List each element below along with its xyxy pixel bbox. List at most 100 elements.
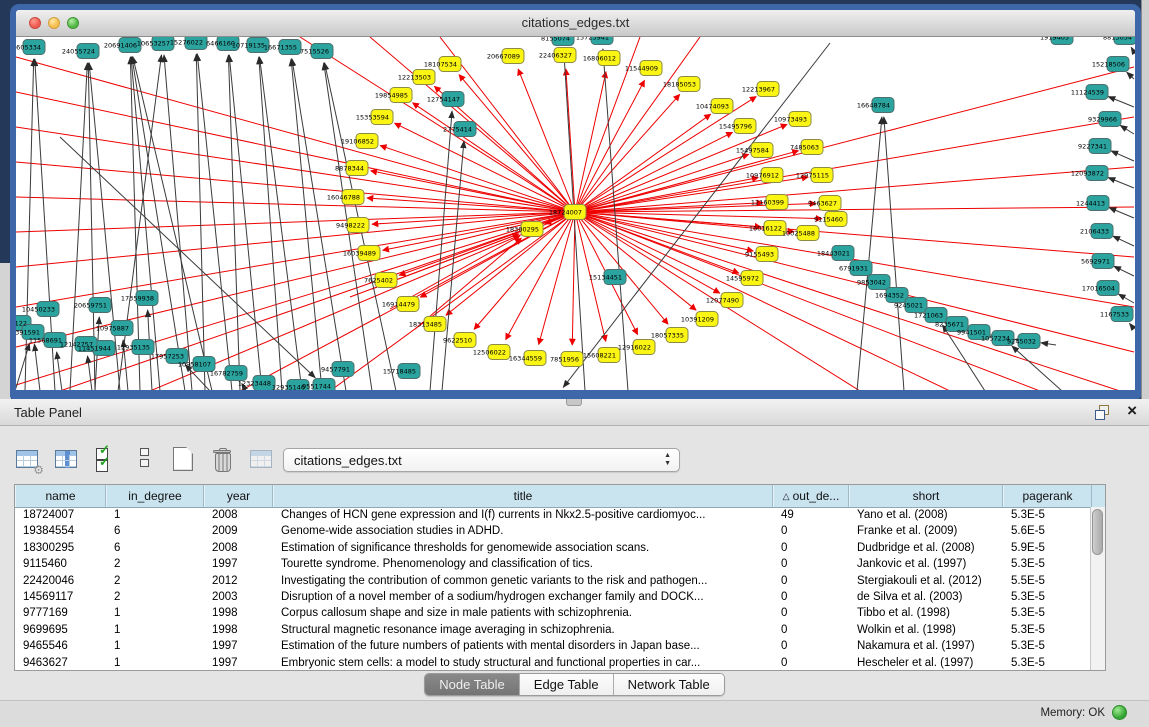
- table-cell[interactable]: 5.3E-5: [1003, 508, 1092, 524]
- delete-column-button[interactable]: [209, 446, 235, 472]
- table-cell[interactable]: 0: [773, 606, 849, 622]
- table-cell[interactable]: Embryonic stem cells: a model to study s…: [273, 656, 773, 672]
- splitter-handle[interactable]: [566, 399, 582, 406]
- scrollbar-thumb[interactable]: [1092, 509, 1103, 555]
- table-cell[interactable]: Yano et al. (2008): [849, 508, 1003, 524]
- vertical-scrollbar[interactable]: [1090, 507, 1105, 670]
- column-header-name[interactable]: name: [15, 485, 106, 507]
- table-cell[interactable]: 1998: [204, 623, 273, 639]
- float-panel-icon[interactable]: [1095, 405, 1109, 419]
- table-cell[interactable]: 19384554: [15, 524, 106, 540]
- table-cell[interactable]: Hescheler et al. (1997): [849, 656, 1003, 672]
- table-cell[interactable]: 6: [106, 524, 204, 540]
- table-row[interactable]: 946362711997Embryonic stem cells: a mode…: [15, 656, 1105, 672]
- table-cell[interactable]: 18724007: [15, 508, 106, 524]
- table-cell[interactable]: 5.9E-5: [1003, 541, 1092, 557]
- table-cell[interactable]: de Silva et al. (2003): [849, 590, 1003, 606]
- table-cell[interactable]: Jankovic et al. (1997): [849, 557, 1003, 573]
- table-row[interactable]: 1456911722003Disruption of a novel membe…: [15, 590, 1105, 606]
- new-column-button[interactable]: [170, 446, 196, 472]
- table-cell[interactable]: 5.3E-5: [1003, 639, 1092, 655]
- window-titlebar[interactable]: citations_edges.txt: [16, 10, 1135, 37]
- table-cell[interactable]: 2: [106, 590, 204, 606]
- tab-node-table[interactable]: Node Table: [425, 674, 520, 695]
- table-cell[interactable]: 5.3E-5: [1003, 656, 1092, 672]
- table-cell[interactable]: 18300295: [15, 541, 106, 557]
- table-row[interactable]: 911546021997Tourette syndrome. Phenomeno…: [15, 557, 1105, 573]
- table-cell[interactable]: 6: [106, 541, 204, 557]
- table-row[interactable]: 946554611997Estimation of the future num…: [15, 639, 1105, 655]
- table-cell[interactable]: Estimation of significance thresholds fo…: [273, 541, 773, 557]
- table-cell[interactable]: 1: [106, 639, 204, 655]
- table-cell[interactable]: 9465546: [15, 639, 106, 655]
- table-cell[interactable]: Changes of HCN gene expression and I(f) …: [273, 508, 773, 524]
- table-cell[interactable]: 22420046: [15, 574, 106, 590]
- column-header-indegree[interactable]: in_degree: [106, 485, 204, 507]
- table-row[interactable]: 969969511998Structural magnetic resonanc…: [15, 623, 1105, 639]
- column-header-year[interactable]: year: [204, 485, 273, 507]
- table-cell[interactable]: 1997: [204, 557, 273, 573]
- table-cell[interactable]: Tourette syndrome. Phenomenology and cla…: [273, 557, 773, 573]
- table-cell[interactable]: 5.6E-5: [1003, 524, 1092, 540]
- table-cell[interactable]: 9115460: [15, 557, 106, 573]
- table-row[interactable]: 1872400712008Changes of HCN gene express…: [15, 508, 1105, 524]
- table-row[interactable]: 977716911998Corpus callosum shape and si…: [15, 606, 1105, 622]
- table-cell[interactable]: Nakamura et al. (1997): [849, 639, 1003, 655]
- network-canvas-svg[interactable]: 1872400718300295224063271680601211544909…: [16, 37, 1135, 390]
- table-cell[interactable]: 5.5E-5: [1003, 574, 1092, 590]
- close-window-button[interactable]: [29, 17, 41, 29]
- table-cell[interactable]: 1997: [204, 656, 273, 672]
- table-cell[interactable]: 2: [106, 557, 204, 573]
- table-cell[interactable]: Structural magnetic resonance image aver…: [273, 623, 773, 639]
- table-cell[interactable]: Franke et al. (2009): [849, 524, 1003, 540]
- table-cell[interactable]: Investigating the contribution of common…: [273, 574, 773, 590]
- column-header-title[interactable]: title: [273, 485, 773, 507]
- table-cell[interactable]: Corpus callosum shape and size in male p…: [273, 606, 773, 622]
- table-cell[interactable]: 2003: [204, 590, 273, 606]
- column-header-outde[interactable]: △out_de...: [773, 485, 849, 507]
- table-cell[interactable]: 1: [106, 656, 204, 672]
- table-cell[interactable]: 0: [773, 574, 849, 590]
- table-cell[interactable]: 9699695: [15, 623, 106, 639]
- zoom-window-button[interactable]: [67, 17, 79, 29]
- table-cell[interactable]: 1: [106, 623, 204, 639]
- show-columns-button[interactable]: [53, 446, 79, 472]
- table-row[interactable]: 1830029562008Estimation of significance …: [15, 541, 1105, 557]
- column-header-pagerank[interactable]: pagerank: [1003, 485, 1092, 507]
- column-header-short[interactable]: short: [849, 485, 1003, 507]
- table-cell[interactable]: 0: [773, 557, 849, 573]
- table-selector-dropdown[interactable]: citations_edges.txt ▲▼: [283, 448, 680, 472]
- table-cell[interactable]: 0: [773, 656, 849, 672]
- table-cell[interactable]: 1998: [204, 606, 273, 622]
- table-cell[interactable]: 2: [106, 574, 204, 590]
- table-cell[interactable]: 5.3E-5: [1003, 557, 1092, 573]
- table-cell[interactable]: 1: [106, 508, 204, 524]
- table-cell[interactable]: Genome-wide association studies in ADHD.: [273, 524, 773, 540]
- table-row[interactable]: 2242004622012Investigating the contribut…: [15, 574, 1105, 590]
- table-cell[interactable]: 0: [773, 590, 849, 606]
- minimize-window-button[interactable]: [48, 17, 60, 29]
- table-cell[interactable]: Dudbridge et al. (2008): [849, 541, 1003, 557]
- table-options-button[interactable]: ⚙: [14, 446, 40, 472]
- close-panel-icon[interactable]: ×: [1127, 401, 1137, 421]
- table-row[interactable]: 1938455462009Genome-wide association stu…: [15, 524, 1105, 540]
- table-cell[interactable]: 0: [773, 639, 849, 655]
- table-cell[interactable]: 5.3E-5: [1003, 623, 1092, 639]
- table-cell[interactable]: Disruption of a novel member of a sodium…: [273, 590, 773, 606]
- table-cell[interactable]: 9777169: [15, 606, 106, 622]
- table-cell[interactable]: 2008: [204, 541, 273, 557]
- tab-edge-table[interactable]: Edge Table: [520, 674, 614, 695]
- table-cell[interactable]: Estimation of the future numbers of pati…: [273, 639, 773, 655]
- table-cell[interactable]: 9463627: [15, 656, 106, 672]
- table-cell[interactable]: 0: [773, 623, 849, 639]
- table-cell[interactable]: 5.3E-5: [1003, 606, 1092, 622]
- select-columns-button[interactable]: ✓ ✓: [92, 446, 118, 472]
- table-cell[interactable]: 2012: [204, 574, 273, 590]
- table-cell[interactable]: Stergiakouli et al. (2012): [849, 574, 1003, 590]
- table-cell[interactable]: 2009: [204, 524, 273, 540]
- table-cell[interactable]: 49: [773, 508, 849, 524]
- table-cell[interactable]: 14569117: [15, 590, 106, 606]
- table-cell[interactable]: 1997: [204, 639, 273, 655]
- table-cell[interactable]: Wolkin et al. (1998): [849, 623, 1003, 639]
- table-cell[interactable]: 2008: [204, 508, 273, 524]
